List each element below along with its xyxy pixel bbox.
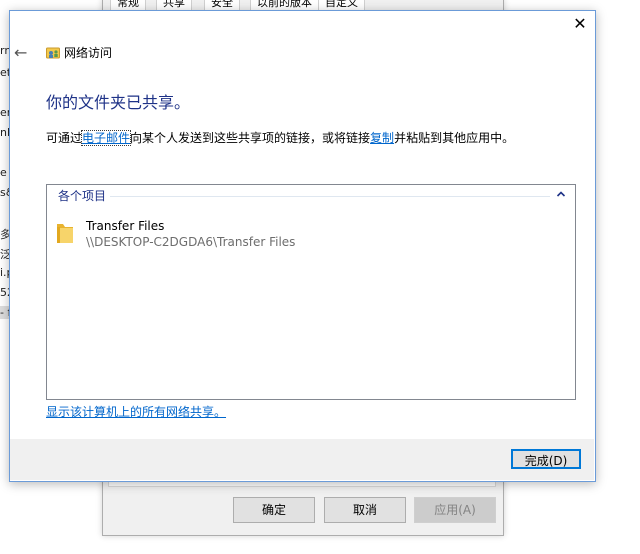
close-button[interactable]: ✕ [566,14,594,36]
shared-item-path[interactable]: \\DESKTOP-C2DGDA6\Transfer Files [86,234,295,250]
description-suffix: 并粘贴到其他应用中。 [394,131,515,145]
back-button[interactable]: ← [14,44,32,62]
description-middle: 向某个人发送到这些共享项的链接，或将链接 [130,131,371,145]
show-all-shares-link[interactable]: 显示该计算机上的所有网络共享。 [46,404,226,420]
cancel-button[interactable]: 取消 [324,497,406,523]
done-button[interactable]: 完成(D) [511,449,581,469]
shared-item-name[interactable]: Transfer Files [86,218,164,234]
close-icon: ✕ [573,14,587,33]
share-description: 可通过电子邮件向某个人发送到这些共享项的链接，或将链接复制并粘贴到其他应用中。 [46,130,514,146]
apply-button[interactable]: 应用(A) [414,497,496,523]
dialog-footer [10,439,594,480]
group-header-label[interactable]: 各个项目 [58,188,106,204]
shared-items-list [46,184,576,400]
folder-icon[interactable] [55,221,75,245]
network-share-icon [46,46,60,60]
group-header-divider [110,196,550,197]
ok-button[interactable]: 确定 [233,497,315,523]
back-arrow-icon: ← [14,43,28,62]
dialog-heading: 你的文件夹已共享。 [46,93,191,112]
chevron-up-icon[interactable] [556,189,566,203]
email-link[interactable]: 电子邮件 [81,130,132,146]
copy-link[interactable]: 复制 [370,131,394,145]
description-prefix: 可通过 [46,131,83,145]
dialog-title: 网络访问 [64,46,113,60]
